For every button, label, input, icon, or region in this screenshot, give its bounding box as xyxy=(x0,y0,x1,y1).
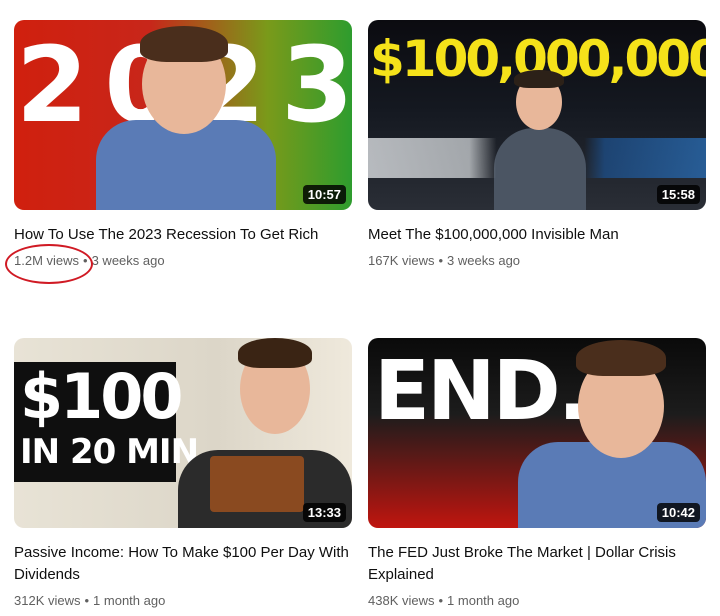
video-duration: 13:33 xyxy=(302,503,346,522)
view-count: 167K views xyxy=(368,253,435,268)
meta-separator: • xyxy=(438,253,444,268)
video-thumbnail[interactable]: $100 IN 20 MIN 13:33 xyxy=(14,338,352,528)
upload-age: 3 weeks ago xyxy=(91,253,165,268)
thumbnail-text: $100 xyxy=(20,360,184,433)
video-card[interactable]: 2023 10:57 How To Use The 2023 Recession… xyxy=(14,20,352,270)
video-thumbnail[interactable]: $100,000,000 15:58 xyxy=(368,20,706,210)
view-count: 438K views xyxy=(368,593,435,608)
video-thumbnail[interactable]: 2023 10:57 xyxy=(14,20,352,210)
video-card[interactable]: $100 IN 20 MIN 13:33 Passive Income: How… xyxy=(14,338,352,610)
upload-age: 1 month ago xyxy=(93,593,166,608)
video-title[interactable]: The FED Just Broke The Market | Dollar C… xyxy=(368,542,708,586)
thumbnail-text: END. xyxy=(374,344,589,439)
car-row xyxy=(368,138,706,178)
video-thumbnail[interactable]: END. 10:42 xyxy=(368,338,706,528)
view-count: 312K views xyxy=(14,593,81,608)
video-duration: 15:58 xyxy=(656,185,700,204)
video-meta: 312K views • 1 month ago xyxy=(14,592,352,610)
video-card[interactable]: $100,000,000 15:58 Meet The $100,000,000… xyxy=(368,20,706,270)
annotation-circle xyxy=(5,244,93,284)
video-title[interactable]: How To Use The 2023 Recession To Get Ric… xyxy=(14,224,354,246)
meta-separator: • xyxy=(84,593,90,608)
video-title[interactable]: Passive Income: How To Make $100 Per Day… xyxy=(14,542,354,586)
thumbnail-subtext: IN 20 MIN xyxy=(20,432,199,472)
video-title[interactable]: Meet The $100,000,000 Invisible Man xyxy=(368,224,708,246)
video-duration: 10:42 xyxy=(656,503,700,522)
video-duration: 10:57 xyxy=(302,185,346,204)
upload-age: 1 month ago xyxy=(447,593,520,608)
video-meta: 167K views • 3 weeks ago xyxy=(368,252,706,270)
upload-age: 3 weeks ago xyxy=(447,253,521,268)
video-meta: 438K views • 1 month ago xyxy=(368,592,706,610)
video-card[interactable]: END. 10:42 The FED Just Broke The Market… xyxy=(368,338,706,610)
meta-separator: • xyxy=(438,593,444,608)
